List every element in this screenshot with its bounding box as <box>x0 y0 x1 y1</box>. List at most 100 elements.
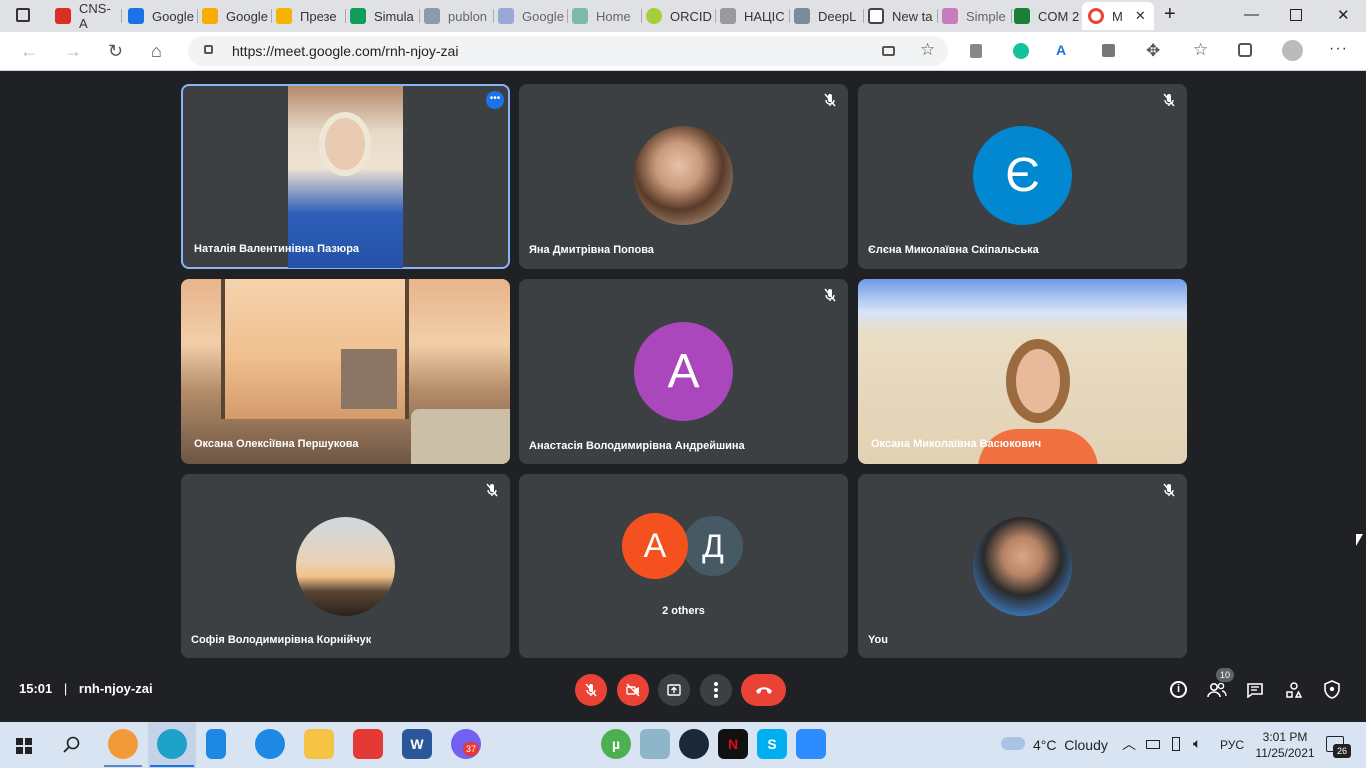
restore-icon[interactable] <box>1290 9 1302 21</box>
back-icon[interactable]: ← <box>20 41 38 62</box>
tab-simple[interactable]: Simple <box>942 2 1008 30</box>
meeting-info-icon[interactable]: i <box>1170 681 1187 698</box>
participant-tile-self[interactable]: You <box>858 474 1187 658</box>
language-indicator[interactable]: РУС <box>1220 738 1244 752</box>
letter-avatar: А <box>634 322 733 421</box>
volume-icon[interactable]: 🔈︎ <box>1193 735 1201 752</box>
weather-text[interactable]: 4°C Cloudy <box>1033 737 1108 753</box>
tab-new-tab[interactable]: New ta <box>868 2 934 30</box>
mic-toggle-button[interactable] <box>575 674 607 706</box>
tab-google-translate[interactable]: Google <box>498 2 564 30</box>
profile-avatar-icon[interactable] <box>1282 40 1303 61</box>
notes-app-icon[interactable] <box>640 729 670 759</box>
participant-name: Оксана Миколаївна Васюкович <box>871 438 1042 450</box>
zoom-icon[interactable] <box>796 729 826 759</box>
participant-tile[interactable]: А Анастасія Володимирівна Андрейшина <box>519 279 848 464</box>
deepl-icon <box>794 8 810 24</box>
participant-tile[interactable]: Є Єлєна Миколаївна Скіпальська <box>858 84 1187 269</box>
chat-icon[interactable] <box>1246 682 1264 699</box>
meeting-control-bar: 15:01 | rnh-njoy-zai i 10 <box>0 668 1366 712</box>
lock-icon[interactable] <box>204 45 213 54</box>
usb-icon[interactable] <box>1172 737 1180 751</box>
participant-face <box>319 112 371 176</box>
grammarly-icon[interactable] <box>1013 43 1029 59</box>
clock[interactable]: 3:01 PM 11/25/2021 <box>1250 729 1320 761</box>
tab-simulator[interactable]: Simula <box>350 2 416 30</box>
tab-gmail[interactable]: CNS-A <box>55 1 117 31</box>
tab-actions-icon[interactable] <box>16 8 30 22</box>
favorite-star-icon[interactable]: ☆ <box>920 40 935 60</box>
participant-tile-group[interactable]: А Д 2 others <box>519 474 848 658</box>
netflix-icon[interactable]: N <box>718 729 748 759</box>
edge-icon[interactable] <box>157 729 187 759</box>
camera-icon[interactable] <box>882 46 895 56</box>
simple-icon <box>942 8 958 24</box>
activities-icon[interactable] <box>1285 681 1303 699</box>
translator-icon[interactable]: A <box>1056 42 1066 58</box>
more-options-icon[interactable]: ••• <box>486 91 504 109</box>
host-controls-icon[interactable] <box>1324 680 1340 699</box>
office-extension-icon[interactable] <box>970 44 982 58</box>
forward-icon[interactable]: → <box>64 41 82 62</box>
participant-tile[interactable]: Оксана Миколаївна Васюкович <box>858 279 1187 464</box>
tab-classroom[interactable]: COM 2 <box>1014 2 1080 30</box>
search-icon[interactable] <box>63 736 81 754</box>
participant-tile[interactable]: Оксана Олексіївна Першукова <box>181 279 510 464</box>
tab-meet-active[interactable]: M ✕ <box>1082 2 1154 30</box>
participant-face <box>1006 339 1070 423</box>
refresh-icon[interactable]: ↻ <box>108 41 123 62</box>
weather-cloud-icon[interactable] <box>1001 737 1025 750</box>
taskbar-underline <box>150 765 194 767</box>
utorrent-icon[interactable]: µ <box>601 729 631 759</box>
tab-google-calendar[interactable]: Google <box>128 2 194 30</box>
people-icon[interactable] <box>1207 681 1227 699</box>
collections-icon[interactable] <box>1238 43 1252 57</box>
battery-icon[interactable] <box>1146 740 1160 749</box>
participant-tile[interactable]: Софія Володимирівна Корнійчук <box>181 474 510 658</box>
mic-off-icon <box>484 482 500 498</box>
tab-google-keep[interactable]: Google <box>202 2 268 30</box>
steam-icon[interactable] <box>679 729 709 759</box>
participant-tile[interactable]: ••• Наталія Валентинівна Пазюра <box>181 84 510 269</box>
camera-toggle-button[interactable] <box>617 674 649 706</box>
more-options-button[interactable] <box>700 674 732 706</box>
tab-deepl[interactable]: DeepL <box>794 2 860 30</box>
chevron-up-icon[interactable]: ︿ <box>1122 734 1136 754</box>
windows-start-icon[interactable] <box>16 738 32 754</box>
tab-researchgate[interactable]: Home <box>572 2 638 30</box>
tab-slides[interactable]: Презе <box>276 2 342 30</box>
more-vert-icon <box>714 682 718 686</box>
word-icon[interactable]: W <box>402 729 432 759</box>
close-window-icon[interactable]: ✕ <box>1337 6 1350 24</box>
extensions-puzzle-icon[interactable]: ✥ <box>1146 41 1160 61</box>
chrome-canary-icon[interactable] <box>108 729 138 759</box>
present-screen-button[interactable] <box>658 674 690 706</box>
acrobat-icon[interactable] <box>353 729 383 759</box>
translate-icon <box>498 8 514 24</box>
gmail-icon <box>55 8 71 24</box>
mic-off-icon <box>822 92 838 108</box>
home-icon[interactable]: ⌂ <box>151 41 162 62</box>
meeting-code: rnh-njoy-zai <box>78 681 153 696</box>
tab-nacis[interactable]: НАЦІС <box>720 2 786 30</box>
participant-name: Анастасія Володимирівна Андрейшина <box>529 440 745 452</box>
mic-off-icon <box>822 287 838 303</box>
network-app-icon[interactable] <box>255 729 285 759</box>
leave-call-button[interactable] <box>741 674 786 706</box>
tab-orcid[interactable]: ORCID <box>646 2 712 30</box>
favorites-icon[interactable]: ☆ <box>1193 40 1208 60</box>
close-tab-icon[interactable]: ✕ <box>1135 8 1146 24</box>
new-tab-plus-icon[interactable]: + <box>1164 3 1176 26</box>
more-menu-icon[interactable]: ··· <box>1329 40 1348 58</box>
minimize-icon[interactable]: — <box>1244 6 1259 23</box>
participant-name: You <box>868 634 888 646</box>
tab-publons[interactable]: publon <box>424 2 490 30</box>
participant-photo-avatar <box>296 517 395 616</box>
others-count-label: 2 others <box>662 605 705 617</box>
file-explorer-icon[interactable] <box>304 729 334 759</box>
participant-tile[interactable]: Яна Дмитрівна Попова <box>519 84 848 269</box>
omnibox[interactable]: https://meet.google.com/rnh-njoy-zai ☆ <box>188 36 948 66</box>
notepad-icon[interactable] <box>206 729 226 759</box>
collections-extension-icon[interactable] <box>1102 44 1115 57</box>
skype-icon[interactable]: S <box>757 729 787 759</box>
